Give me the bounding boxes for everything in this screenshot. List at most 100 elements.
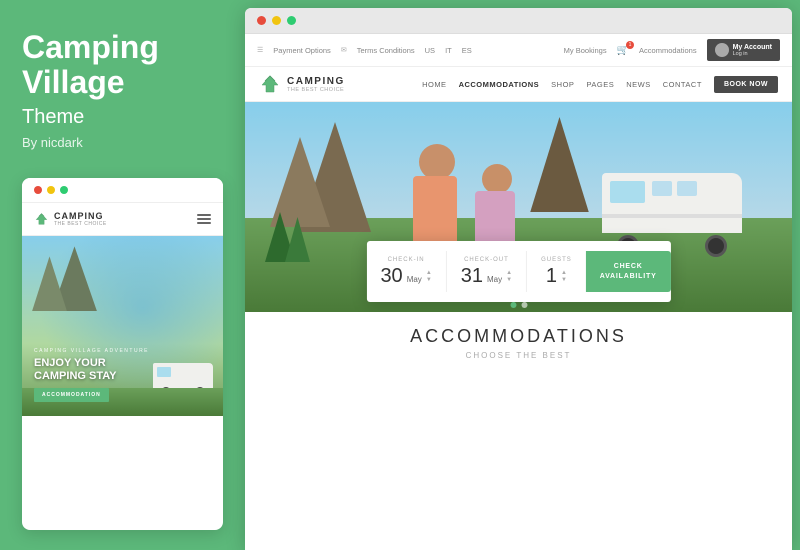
- checkout-month: May: [487, 276, 502, 284]
- site-brand: CAMPING: [287, 76, 345, 87]
- checkout-arrows[interactable]: ▲ ▼: [506, 270, 512, 283]
- browser-dot-yellow: [272, 16, 281, 25]
- hamburger-line-2: [197, 218, 211, 220]
- checkout-label: CHECK-OUT: [464, 257, 509, 263]
- guests-label: GUESTS: [541, 257, 572, 263]
- nav-contact[interactable]: CONTACT: [663, 80, 702, 89]
- mobile-rv-body: [153, 363, 213, 391]
- dot-red: [34, 186, 42, 194]
- mobile-nav: CAMPING THE BEST CHOICE: [22, 203, 223, 236]
- nav-pages[interactable]: PAGES: [586, 80, 614, 89]
- checkout-value[interactable]: 31 May ▲ ▼: [461, 266, 512, 286]
- rv-wheel-right: [705, 235, 727, 257]
- hero-dot-2[interactable]: [521, 302, 527, 308]
- terms-conditions-link[interactable]: Terms Conditions: [357, 46, 415, 55]
- accommodations-title: ACCOMMODATIONS: [265, 326, 772, 347]
- account-sub: Log in: [733, 51, 772, 57]
- browser-mockup: ☰ Payment Options ✉ Terms Conditions US …: [245, 8, 792, 550]
- site-logo-icon: [259, 75, 281, 93]
- browser-chrome: [245, 8, 792, 34]
- checkout-down[interactable]: ▼: [506, 277, 512, 283]
- check-availability-button[interactable]: CHECKAVAILABILITY: [586, 251, 671, 292]
- nav-items: HOME ACCOMMODATIONS SHOP PAGES NEWS CONT…: [422, 76, 778, 93]
- child-1-head: [419, 144, 455, 180]
- guests-down[interactable]: ▼: [561, 277, 567, 283]
- payment-options-icon: ☰: [257, 46, 263, 54]
- account-button[interactable]: My Account Log in: [707, 39, 780, 61]
- guests-up[interactable]: ▲: [561, 270, 567, 276]
- checkout-day: 31: [461, 266, 483, 286]
- rv-window-1: [652, 181, 672, 196]
- checkout-field: CHECK-OUT 31 May ▲ ▼: [447, 251, 527, 292]
- nav-accommodations[interactable]: ACCOMMODATIONS: [459, 80, 540, 89]
- site-logo-text: CAMPING THE BEST CHOICE: [287, 76, 345, 93]
- guests-arrows[interactable]: ▲ ▼: [561, 270, 567, 283]
- top-bar-right: My Bookings 🛒 1 Accommodations My Accoun…: [564, 39, 780, 61]
- mobile-cta-button[interactable]: ACCOMMODATION: [34, 388, 109, 402]
- mobile-logo-text: CAMPING THE BEST CHOICE: [54, 211, 107, 227]
- nav-home[interactable]: HOME: [422, 80, 447, 89]
- mobile-browser-chrome: [22, 178, 223, 203]
- mobile-hero-text: CAMPING VILLAGE ADVENTURE ENJOY YOURCAMP…: [34, 348, 149, 402]
- mobile-preview-card: CAMPING THE BEST CHOICE: [22, 178, 223, 530]
- hero-dots: [510, 302, 527, 308]
- hero-dot-1[interactable]: [510, 302, 516, 308]
- site-logo: CAMPING THE BEST CHOICE: [259, 75, 345, 93]
- mobile-hero-subtitle: CAMPING VILLAGE ADVENTURE: [34, 348, 149, 354]
- account-text: My Account Log in: [733, 44, 772, 57]
- site-nav: CAMPING THE BEST CHOICE HOME ACCOMMODATI…: [245, 67, 792, 102]
- lang-es[interactable]: ES: [462, 46, 472, 55]
- dot-yellow: [47, 186, 55, 194]
- avatar: [715, 43, 729, 57]
- book-now-button[interactable]: BOOK NOW: [714, 76, 778, 93]
- site-hero: CHECK-IN 30 May ▲ ▼ CHECK-OUT 31 May: [245, 102, 792, 312]
- mobile-hero-title: ENJOY YOURCAMPING STAY: [34, 357, 149, 383]
- accommodations-subtitle: CHOOSE THE BEST: [265, 351, 772, 360]
- dot-green: [60, 186, 68, 194]
- terms-icon: ✉: [341, 46, 347, 54]
- account-label: My Account: [733, 44, 772, 51]
- hamburger-line-3: [197, 222, 211, 224]
- checkin-value[interactable]: 30 May ▲ ▼: [380, 266, 431, 286]
- cart-icon-wrap[interactable]: 🛒 1: [617, 45, 629, 56]
- mobile-logo-icon: [34, 213, 49, 225]
- payment-options-link[interactable]: Payment Options: [273, 46, 331, 55]
- check-avail-label: CHECKAVAILABILITY: [600, 262, 657, 280]
- checkin-field: CHECK-IN 30 May ▲ ▼: [366, 251, 446, 292]
- top-bar-left: ☰ Payment Options ✉ Terms Conditions US …: [257, 46, 472, 55]
- cart-badge: 1: [626, 41, 634, 49]
- guests-value[interactable]: 1 ▲ ▼: [546, 266, 567, 286]
- browser-dot-green: [287, 16, 296, 25]
- mobile-tagline: THE BEST CHOICE: [54, 221, 107, 227]
- checkin-arrows[interactable]: ▲ ▼: [426, 270, 432, 283]
- guests-count: 1: [546, 266, 557, 286]
- nav-shop[interactable]: SHOP: [551, 80, 574, 89]
- checkin-down[interactable]: ▼: [426, 277, 432, 283]
- mobile-logo: CAMPING THE BEST CHOICE: [34, 211, 107, 227]
- checkin-month: May: [407, 276, 422, 284]
- booking-bar: CHECK-IN 30 May ▲ ▼ CHECK-OUT 31 May: [366, 241, 670, 302]
- mobile-hero: CAMPING VILLAGE ADVENTURE ENJOY YOURCAMP…: [22, 236, 223, 416]
- guests-field: GUESTS 1 ▲ ▼: [527, 251, 586, 292]
- mobile-rv-window: [157, 367, 171, 377]
- rv-stripe: [602, 214, 742, 218]
- my-bookings-link[interactable]: My Bookings: [564, 46, 607, 55]
- rv-window-front: [610, 181, 645, 203]
- accommodations-link[interactable]: Accommodations: [639, 46, 697, 55]
- accommodations-section: ACCOMMODATIONS CHOOSE THE BEST: [245, 312, 792, 550]
- checkin-day: 30: [380, 266, 402, 286]
- child-2-head: [482, 164, 512, 194]
- app-title: Camping Village: [22, 30, 223, 100]
- rv-window-2: [677, 181, 697, 196]
- lang-us[interactable]: US: [425, 46, 435, 55]
- checkin-up[interactable]: ▲: [426, 270, 432, 276]
- author-label: By nicdark: [22, 135, 223, 150]
- checkout-up[interactable]: ▲: [506, 270, 512, 276]
- left-panel: Camping Village Theme By nicdark CAMPING…: [0, 0, 245, 550]
- site-tagline: THE BEST CHOICE: [287, 87, 345, 93]
- hamburger-icon[interactable]: [197, 214, 211, 224]
- mobile-brand: CAMPING: [54, 211, 107, 221]
- nav-news[interactable]: NEWS: [626, 80, 651, 89]
- hamburger-line-1: [197, 214, 211, 216]
- lang-it[interactable]: IT: [445, 46, 452, 55]
